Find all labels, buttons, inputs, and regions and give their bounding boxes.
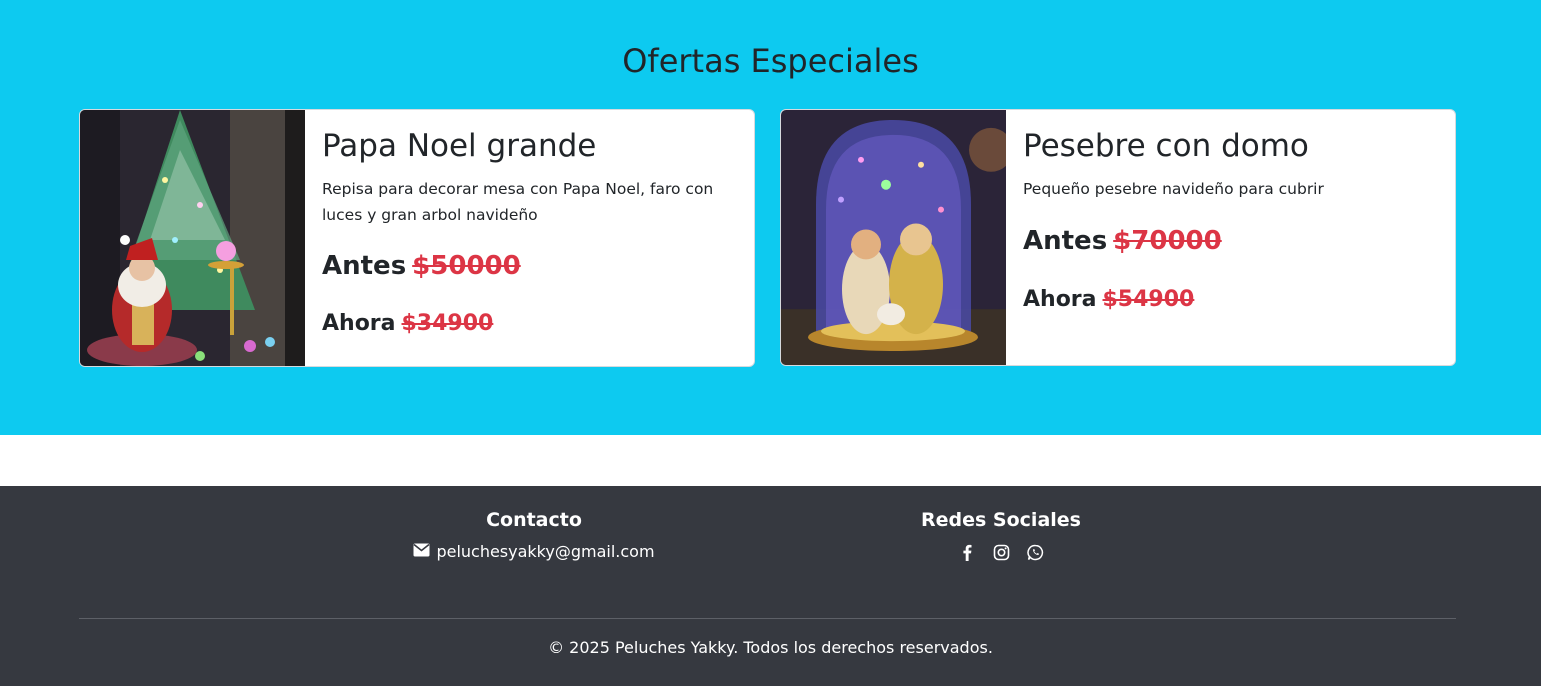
offer-card-papa-noel[interactable]: Papa Noel grande Repisa para decorar mes… (79, 109, 755, 367)
price-now-row: Ahora $54900 (1023, 285, 1194, 315)
contact-email-row[interactable]: peluchesyakky@gmail.com (310, 542, 758, 562)
product-description: Repisa para decorar mesa con Papa Noel, … (322, 180, 714, 224)
product-image-pesebre (781, 110, 1006, 365)
price-before-amount: $50000 (412, 251, 521, 281)
contact-email[interactable]: peluchesyakky@gmail.com (436, 542, 654, 562)
social-icons (777, 542, 1225, 562)
price-before-label: Antes (322, 251, 407, 281)
contact-heading: Contacto (486, 509, 582, 531)
price-now-row: Ahora $34900 (322, 309, 493, 339)
product-title: Papa Noel grande (322, 128, 597, 164)
price-now-label: Ahora (322, 311, 396, 336)
site-footer: Contacto peluchesyakky@gmail.com Redes S… (0, 486, 1541, 686)
price-now-label: Ahora (1023, 287, 1097, 312)
section-title: Ofertas Especiales (622, 42, 919, 80)
offer-card-pesebre[interactable]: Pesebre con domo Pequeño pesebre navideñ… (780, 109, 1456, 366)
facebook-icon[interactable] (958, 543, 976, 561)
price-before-label: Antes (1023, 226, 1108, 256)
social-heading: Redes Sociales (921, 509, 1081, 531)
whatsapp-icon[interactable] (1026, 543, 1044, 561)
footer-divider (79, 618, 1456, 619)
envelope-icon (413, 542, 430, 562)
special-offers-section: Ofertas Especiales Papa Noel grande Repi… (0, 0, 1541, 435)
price-now-amount: $34900 (401, 311, 494, 336)
copyright-text: © 2025 Peluches Yakky. Todos los derecho… (548, 638, 993, 657)
contact-column: Contacto peluchesyakky@gmail.com (310, 506, 758, 562)
product-image-papa-noel (80, 110, 305, 366)
price-before-amount: $70000 (1113, 226, 1222, 256)
product-title: Pesebre con domo (1023, 128, 1309, 164)
price-now-amount: $54900 (1102, 287, 1195, 312)
social-column: Redes Sociales (777, 506, 1225, 562)
price-before-row: Antes $50000 (322, 249, 521, 283)
product-description: Pequeño pesebre navideño para cubrir (1023, 180, 1324, 198)
price-before-row: Antes $70000 (1023, 224, 1222, 258)
instagram-icon[interactable] (992, 543, 1010, 561)
